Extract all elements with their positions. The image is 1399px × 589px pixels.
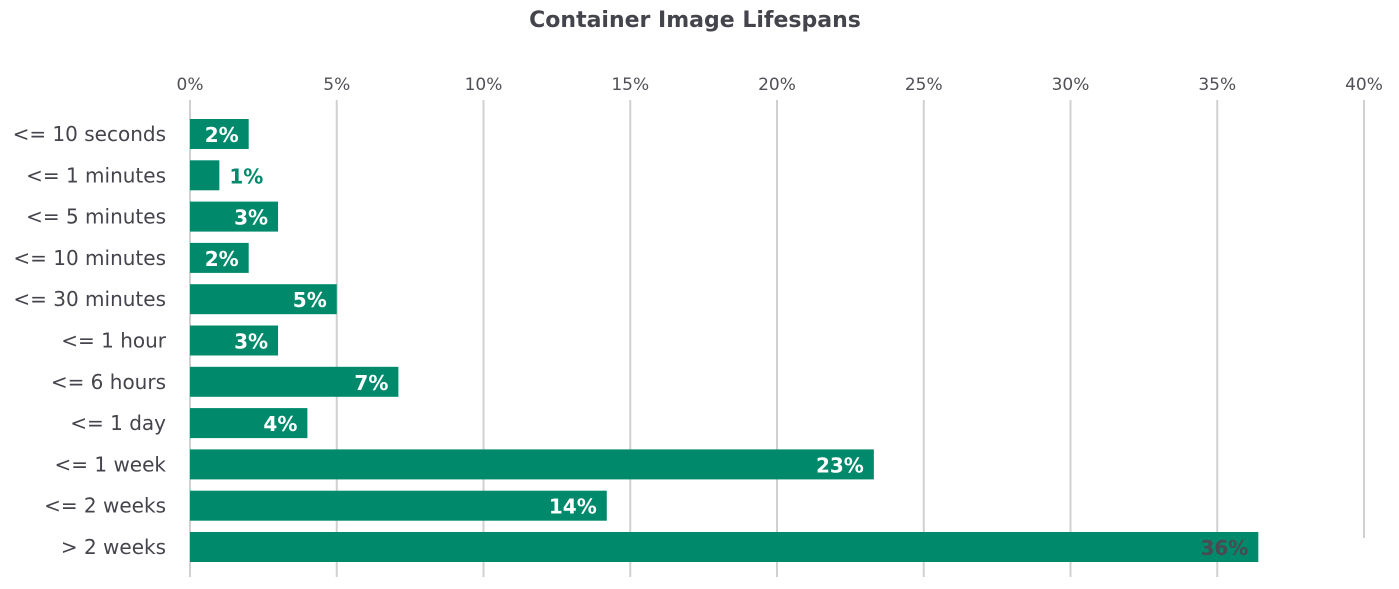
data-label: 5% — [293, 288, 327, 312]
x-tick-label: 40% — [1345, 75, 1383, 95]
category-label: <= 5 minutes — [26, 205, 166, 229]
x-tick-label: 20% — [758, 75, 796, 95]
x-tick-label: 35% — [1198, 75, 1236, 95]
data-label: 2% — [205, 247, 239, 271]
data-label: 3% — [234, 330, 268, 354]
category-label: <= 10 minutes — [13, 246, 166, 270]
x-tick-label: 30% — [1052, 75, 1090, 95]
x-tick-label: 5% — [323, 75, 350, 95]
category-label: <= 1 day — [70, 411, 166, 435]
category-label: <= 1 hour — [61, 329, 167, 353]
bar — [190, 532, 1259, 562]
category-label: > 2 weeks — [61, 535, 166, 559]
category-label: <= 6 hours — [51, 370, 166, 394]
bars — [190, 119, 1259, 562]
data-label: 23% — [816, 453, 864, 477]
category-label: <= 1 minutes — [26, 163, 166, 187]
x-tick-label: 15% — [611, 75, 649, 95]
data-label: 1% — [229, 164, 263, 188]
data-label: 7% — [354, 371, 388, 395]
x-axis-ticks: 0% 5% 10% 15% 20% 25% 30% 35% 40% — [177, 75, 1383, 95]
bar-chart: Container Image Lifespans 0% 5% 10% 15% 20% 2… — [13, 8, 1383, 577]
category-label: <= 30 minutes — [13, 287, 166, 311]
data-label: 14% — [549, 495, 597, 519]
data-label: 2% — [205, 123, 239, 147]
category-label: <= 10 seconds — [13, 122, 166, 146]
bar — [190, 160, 220, 191]
x-tick-label: 10% — [465, 75, 503, 95]
category-labels: <= 10 seconds <= 1 minutes <= 5 minutes <= … — [13, 122, 167, 559]
category-label: <= 2 weeks — [44, 494, 166, 518]
data-label: 4% — [263, 412, 297, 436]
chart-title: Container Image Lifespans — [529, 8, 861, 33]
bar — [190, 490, 607, 521]
category-label: <= 1 week — [54, 452, 166, 476]
x-tick-label: 0% — [177, 75, 204, 95]
x-tick-label: 25% — [905, 75, 943, 95]
bar — [190, 449, 874, 480]
data-label: 3% — [234, 206, 268, 230]
data-label: 36% — [1200, 536, 1248, 560]
